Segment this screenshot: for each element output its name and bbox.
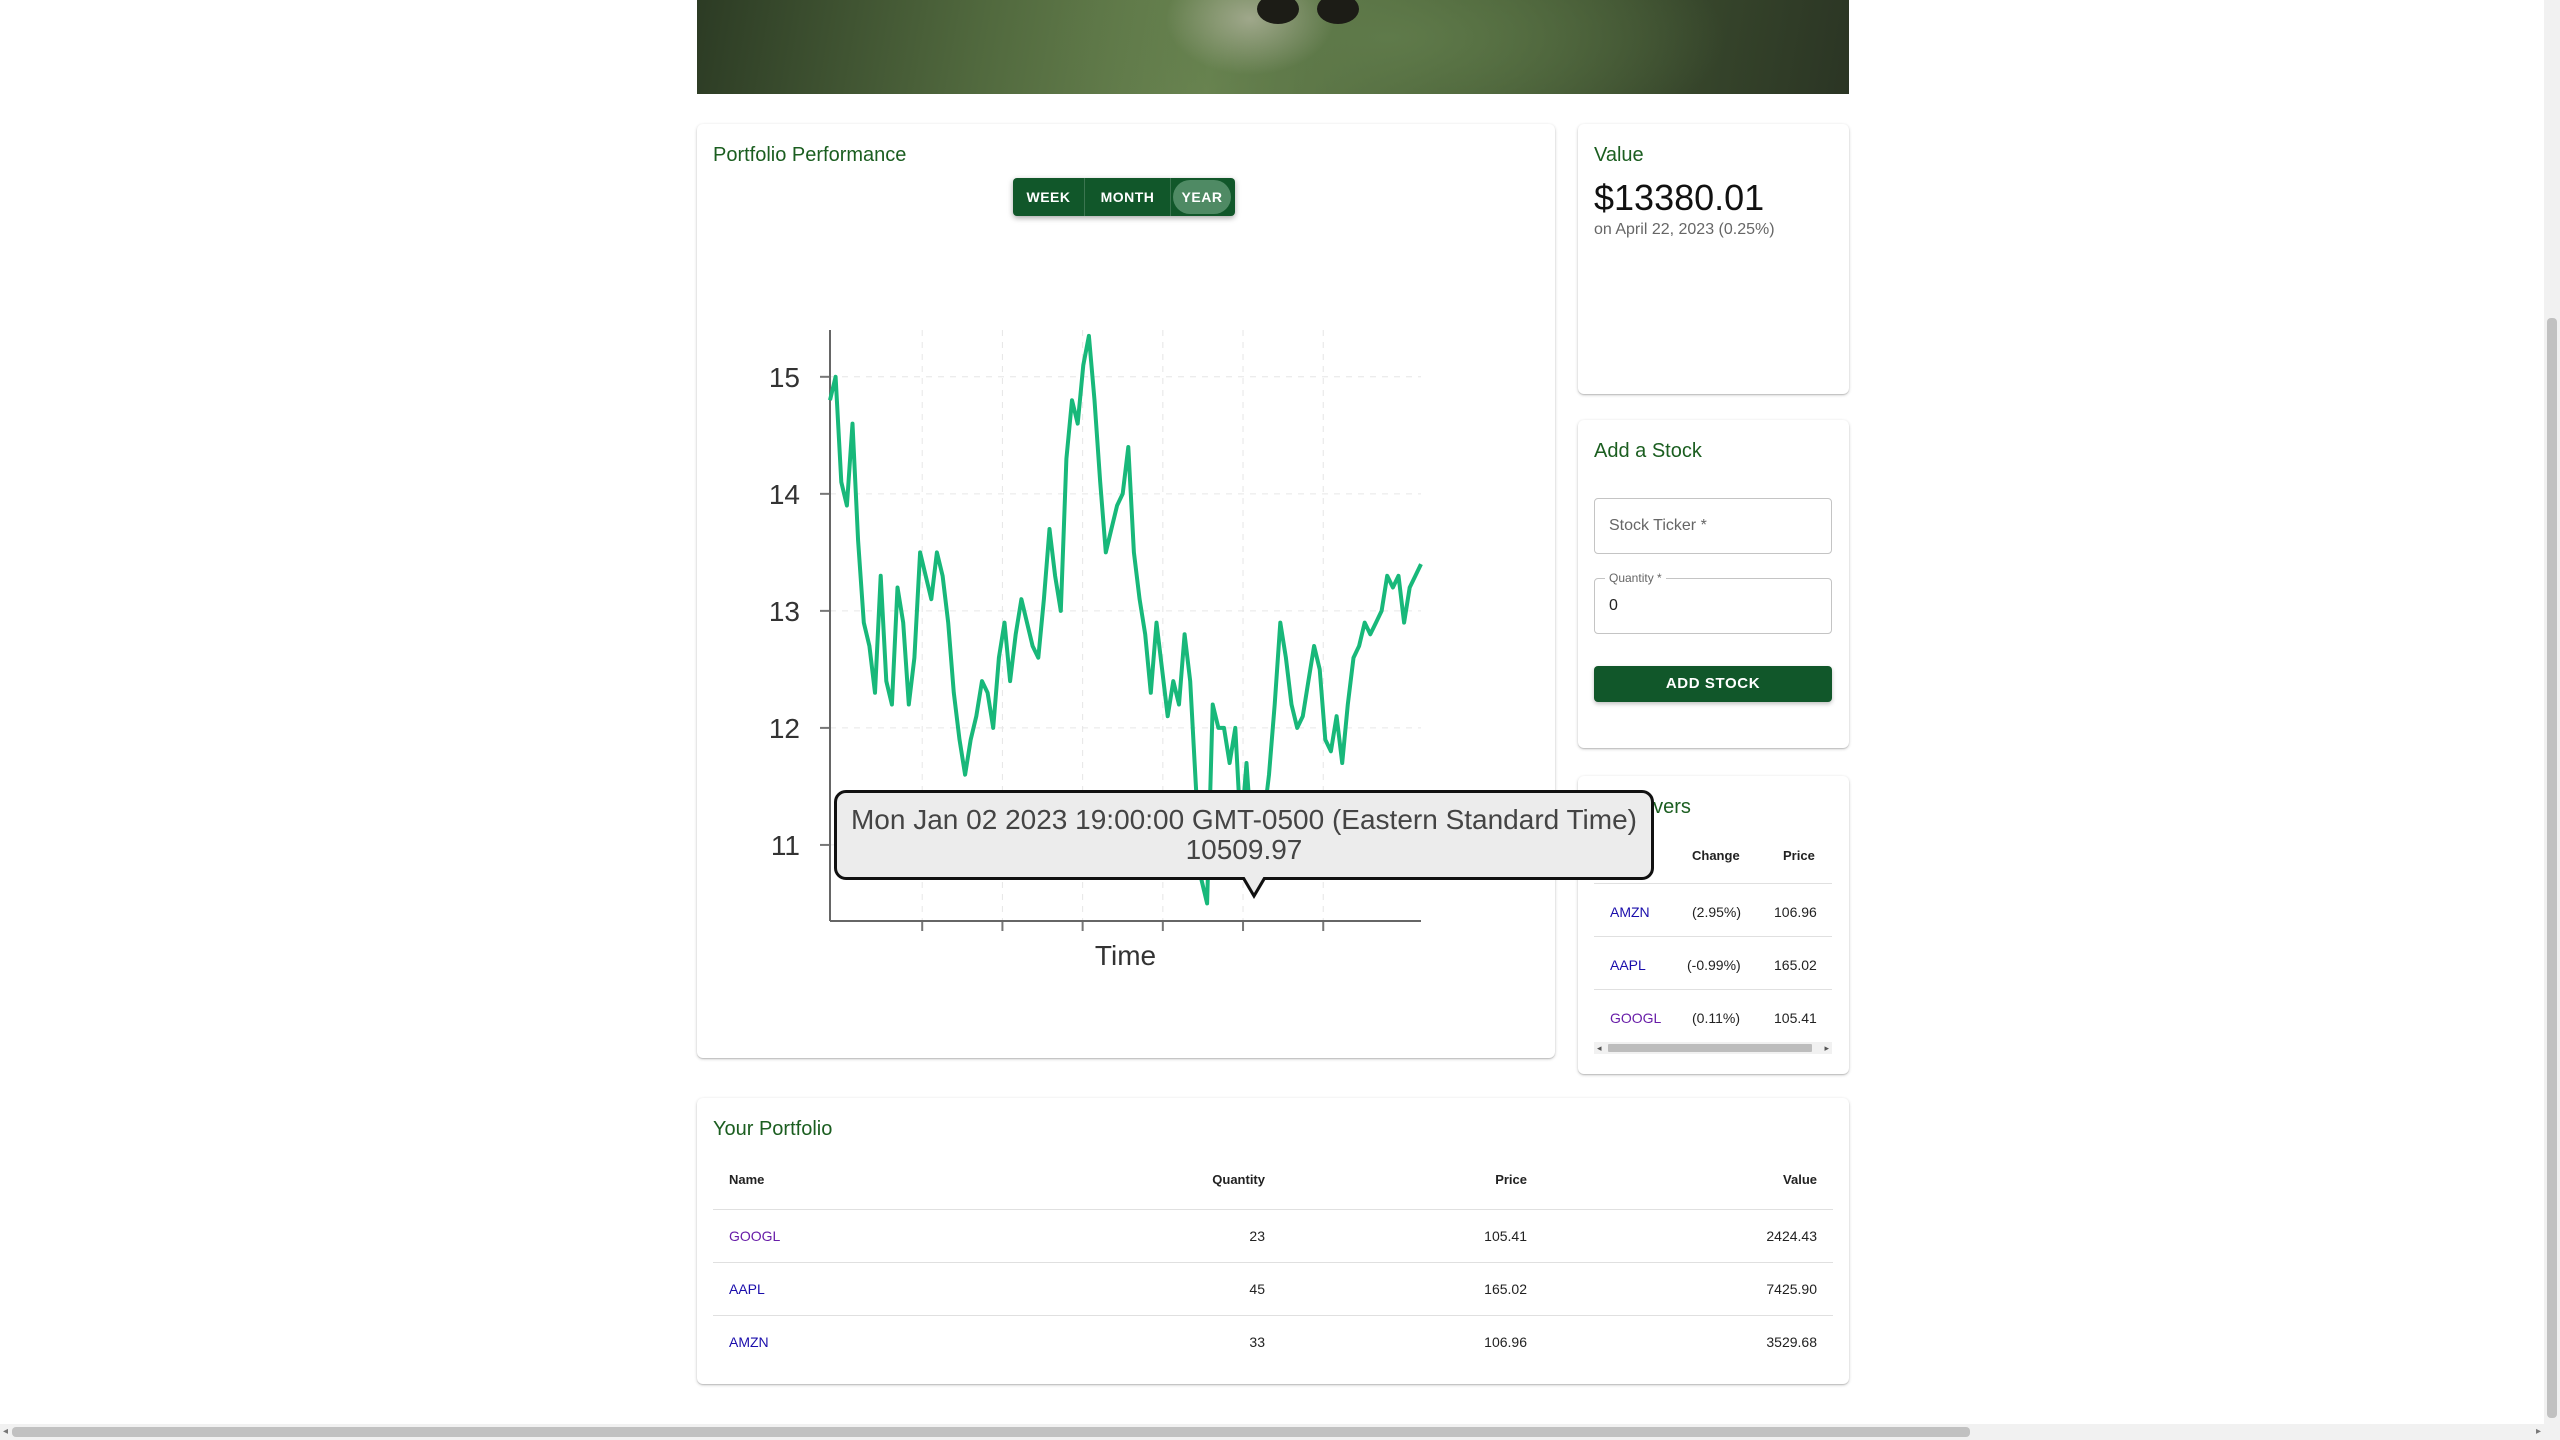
page-vertical-scrollbar[interactable] xyxy=(2544,0,2560,1440)
ticker-link[interactable]: AAPL xyxy=(729,1281,765,1297)
portfolio-row-price: 106.96 xyxy=(1484,1334,1527,1350)
y-tick-label: 14 xyxy=(769,479,800,510)
hero-banner-image xyxy=(697,0,1849,94)
movers-row-change: (-0.99%) xyxy=(1687,957,1741,973)
portfolio-row-price: 165.02 xyxy=(1484,1281,1527,1297)
your-portfolio-card: Your Portfolio Name Quantity Price Value… xyxy=(697,1098,1849,1384)
performance-line-chart: 11 12 13 14 15 Time xyxy=(769,330,1423,971)
scrollbar-thumb[interactable] xyxy=(12,1427,1970,1437)
divider xyxy=(1594,989,1832,990)
scrollbar-thumb[interactable] xyxy=(1608,1044,1812,1052)
ticker-link[interactable]: GOOGL xyxy=(729,1228,780,1244)
y-tick-label: 15 xyxy=(769,362,800,393)
portfolio-row-name: AMZN xyxy=(729,1334,769,1350)
scroll-right-arrow-icon[interactable]: ▸ xyxy=(2536,1424,2541,1440)
tooltip-pointer-fill xyxy=(1244,876,1264,893)
ticker-link[interactable]: AAPL xyxy=(1610,957,1646,973)
scroll-left-arrow-icon[interactable]: ◂ xyxy=(1597,1042,1602,1054)
portfolio-row-quantity: 33 xyxy=(1249,1334,1265,1350)
add-stock-title: Add a Stock xyxy=(1594,440,1702,462)
owl-eye-shape xyxy=(1257,0,1299,24)
tooltip-value: 10509.97 xyxy=(1185,834,1303,865)
scrollbar-thumb[interactable] xyxy=(2547,318,2557,1418)
scroll-left-arrow-icon[interactable]: ◂ xyxy=(3,1424,8,1440)
stock-ticker-field xyxy=(1594,498,1832,554)
movers-table-scrollbar[interactable]: ◂ ▸ xyxy=(1594,1042,1832,1054)
ticker-link[interactable]: GOOGL xyxy=(1610,1010,1661,1026)
movers-row-change: (2.95%) xyxy=(1692,904,1742,920)
tooltip-date: Mon Jan 02 2023 19:00:00 GMT-0500 (Easte… xyxy=(850,804,1637,835)
movers-row-change: (0.11%) xyxy=(1692,1010,1740,1026)
quantity-input[interactable] xyxy=(1595,579,1831,633)
portfolio-row-value: 3529.68 xyxy=(1766,1334,1817,1350)
movers-row-price: 165.02 xyxy=(1774,957,1817,973)
y-tick-label: 13 xyxy=(769,596,800,627)
add-stock-button[interactable]: ADD STOCK xyxy=(1594,666,1832,702)
portfolio-row-price: 105.41 xyxy=(1484,1228,1527,1244)
portfolio-name-header[interactable]: Name xyxy=(729,1172,764,1187)
portfolio-row-name: AAPL xyxy=(729,1281,765,1297)
movers-row-price: 105.41 xyxy=(1774,1010,1817,1026)
movers-change-header[interactable]: Change xyxy=(1692,848,1740,863)
stock-ticker-input[interactable] xyxy=(1595,499,1831,553)
x-axis-label: Time xyxy=(1095,940,1156,971)
portfolio-row-value: 2424.43 xyxy=(1766,1228,1817,1244)
value-card: Value $13380.01 on April 22, 2023 (0.25%… xyxy=(1578,124,1849,394)
portfolio-price-header[interactable]: Price xyxy=(1495,1172,1527,1187)
value-title: Value xyxy=(1594,144,1644,166)
quantity-field: Quantity * xyxy=(1594,571,1832,634)
portfolio-row-value: 7425.90 xyxy=(1766,1281,1817,1297)
movers-row-ticker: GOOGL xyxy=(1610,1010,1661,1026)
portfolio-row-quantity: 45 xyxy=(1249,1281,1265,1297)
portfolio-quantity-header[interactable]: Quantity xyxy=(1212,1172,1265,1187)
ticker-link[interactable]: AMZN xyxy=(729,1334,769,1350)
divider xyxy=(713,1209,1833,1210)
portfolio-title: Your Portfolio xyxy=(713,1118,833,1140)
y-tick-label: 11 xyxy=(771,830,800,861)
divider xyxy=(1594,936,1832,937)
portfolio-value-header[interactable]: Value xyxy=(1783,1172,1817,1187)
portfolio-row-name: GOOGL xyxy=(729,1228,780,1244)
page-horizontal-scrollbar[interactable]: ◂ ▸ xyxy=(0,1424,2544,1440)
portfolio-value-amount: $13380.01 xyxy=(1594,177,1765,218)
chart-tooltip: Mon Jan 02 2023 19:00:00 GMT-0500 (Easte… xyxy=(834,790,1654,899)
divider xyxy=(713,1262,1833,1263)
add-stock-card: Add a Stock Quantity * ADD STOCK xyxy=(1578,420,1849,748)
value-date-change: on April 22, 2023 (0.25%) xyxy=(1594,221,1775,238)
ticker-link[interactable]: AMZN xyxy=(1610,904,1650,920)
movers-row-price: 106.96 xyxy=(1774,904,1817,920)
owl-eye-shape xyxy=(1317,0,1359,24)
portfolio-row-quantity: 23 xyxy=(1249,1228,1265,1244)
movers-price-header[interactable]: Price xyxy=(1783,848,1815,863)
scroll-right-arrow-icon[interactable]: ▸ xyxy=(1824,1042,1829,1054)
y-tick-label: 12 xyxy=(769,713,800,744)
divider xyxy=(1594,883,1832,884)
movers-row-ticker: AMZN xyxy=(1610,904,1650,920)
movers-row-ticker: AAPL xyxy=(1610,957,1646,973)
portfolio-performance-card: Portfolio Performance WEEK MONTH YEAR 11… xyxy=(697,124,1555,1058)
divider xyxy=(713,1315,1833,1316)
